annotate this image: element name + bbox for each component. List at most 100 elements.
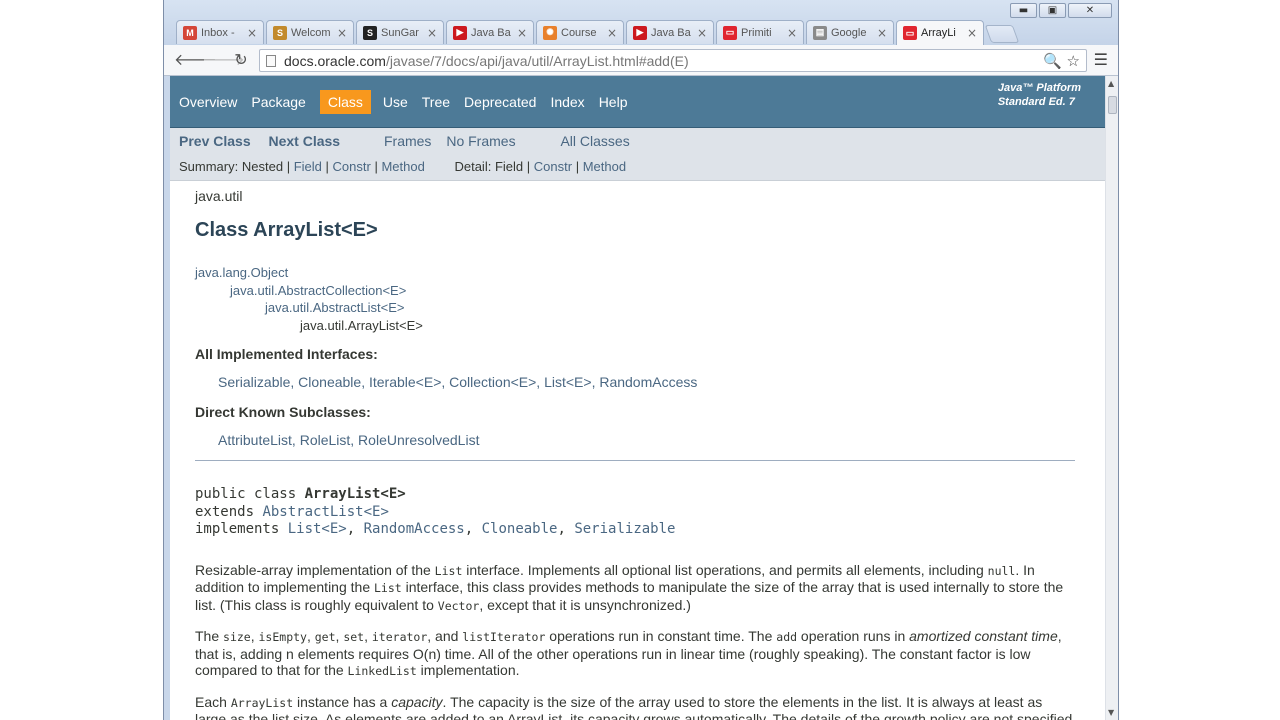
code: get (314, 630, 336, 644)
vertical-scrollbar[interactable]: ▲ ▼ (1105, 76, 1118, 720)
summary-field-link[interactable]: Field (294, 159, 322, 174)
detail-method-link[interactable]: Method (583, 159, 626, 174)
new-tab-button[interactable] (984, 25, 1020, 43)
code: add (776, 630, 798, 644)
tab-close-icon[interactable]: × (607, 26, 617, 40)
browser-tab[interactable]: M Inbox - × (176, 20, 264, 44)
scroll-up-icon[interactable]: ▲ (1108, 79, 1114, 88)
code: List (434, 563, 463, 578)
emphasis: amortized constant time (909, 628, 1058, 644)
tab-close-icon[interactable]: × (877, 26, 887, 40)
code: List (374, 581, 402, 595)
javadoc-top-nav: Overview Package Class Use Tree Deprecated Ind… (170, 76, 1105, 128)
scroll-down-icon[interactable]: ▼ (1108, 708, 1114, 717)
class-content: java.util Class ArrayList<E> java.lang.O… (195, 188, 1075, 720)
nav-use[interactable]: Use (383, 94, 408, 110)
browser-tab[interactable]: ▭ Primiti × (716, 20, 804, 44)
youtube-icon: ▶ (453, 25, 467, 40)
browser-tab[interactable]: S SunGar × (356, 20, 444, 44)
desktop-left-margin (0, 0, 163, 720)
scroll-thumb[interactable] (1108, 96, 1117, 114)
code: ArrayList (230, 695, 294, 710)
text: instance has a (293, 693, 392, 710)
next-class-link[interactable]: Next Class (269, 133, 341, 149)
bookmark-star-icon[interactable]: ☆ (1067, 52, 1080, 70)
tab-close-icon[interactable]: × (247, 26, 257, 40)
inheritance-link[interactable]: java.lang.Object (195, 264, 1075, 282)
close-button[interactable]: ✕ (1068, 3, 1112, 18)
sig-extends: extends (195, 503, 263, 520)
reload-button[interactable]: ↻ (230, 50, 252, 70)
tab-label: Google (831, 26, 867, 39)
text: , except that it is unsynchronized.) (479, 596, 691, 613)
nav-package[interactable]: Package (251, 94, 305, 110)
summary-constr-link[interactable]: Constr (333, 159, 371, 174)
nav-help[interactable]: Help (599, 94, 628, 110)
omnibox-actions: 🔍 ☆ (1043, 52, 1080, 70)
tab-close-icon[interactable]: × (337, 26, 347, 40)
nav-tree[interactable]: Tree (422, 94, 450, 110)
maximize-button[interactable]: ▣ (1039, 3, 1066, 18)
prev-class-link[interactable]: Prev Class (179, 133, 251, 149)
tab-close-icon[interactable]: × (427, 26, 437, 40)
interfaces-list[interactable]: Serializable, Cloneable, Iterable<E>, Co… (218, 374, 1075, 390)
summary-method-link[interactable]: Method (381, 159, 424, 174)
code: Vector (437, 598, 480, 613)
separator: | (374, 159, 378, 174)
sig-impl-link[interactable]: Serializable (574, 521, 675, 537)
text: Each (195, 693, 231, 710)
all-classes-link[interactable]: All Classes (560, 133, 629, 149)
sig-class-name: ArrayList<E> (304, 486, 406, 502)
browser-toolbar: 🡐 🡒 ↻ docs.oracle.com/javase/7/docs/api/… (164, 45, 1118, 76)
browser-tab[interactable]: ▭ ArrayLi × (896, 20, 984, 45)
google-docs-icon: ▤ (813, 25, 827, 40)
browser-tab[interactable]: ▤ Google × (806, 20, 894, 44)
sig-impl-link[interactable]: List<E> (288, 521, 347, 537)
nav-index[interactable]: Index (550, 94, 584, 110)
subclasses-list[interactable]: AttributeList, RoleList, RoleUnresolvedL… (218, 432, 1075, 448)
browser-tab[interactable]: ▶ Java Ba × (626, 20, 714, 44)
divider (195, 460, 1075, 461)
s-logo-icon: S (363, 25, 377, 40)
sig-extends-link[interactable]: AbstractList<E> (262, 504, 388, 520)
zoom-icon[interactable]: 🔍 (1043, 52, 1062, 70)
browser-tab[interactable]: ✺ Course × (536, 20, 624, 44)
no-frames-link[interactable]: No Frames (446, 133, 515, 149)
tab-close-icon[interactable]: × (517, 26, 527, 40)
nav-deprecated[interactable]: Deprecated (464, 94, 536, 110)
sig-impl-link[interactable]: RandomAccess (364, 521, 465, 537)
class-signature: public class ArrayList<E> extends Abstra… (195, 486, 1075, 539)
minimize-button[interactable]: ▬ (1010, 3, 1037, 18)
detail-label: Detail: (454, 159, 492, 174)
menu-icon[interactable]: ☰ (1094, 50, 1108, 69)
tab-close-icon[interactable]: × (967, 26, 977, 40)
emphasis: capacity (391, 693, 443, 710)
course-icon: ✺ (543, 25, 557, 40)
detail-constr-link[interactable]: Constr (534, 159, 572, 174)
platform-label: Java™ Platform Standard Ed. 7 (998, 81, 1081, 109)
tab-label: Java Ba (651, 26, 691, 39)
tab-close-icon[interactable]: × (787, 26, 797, 40)
nav-overview[interactable]: Overview (179, 94, 237, 110)
text: implementation. (416, 662, 520, 678)
tab-close-icon[interactable]: × (697, 26, 707, 40)
youtube-icon: ▶ (633, 25, 647, 40)
browser-tab[interactable]: ▶ Java Ba × (446, 20, 534, 44)
text: , (364, 628, 372, 644)
tab-label: Welcom (291, 26, 331, 39)
frames-link[interactable]: Frames (384, 133, 431, 149)
inheritance-link[interactable]: java.util.AbstractList<E> (265, 299, 1075, 317)
summary-nested: Nested (241, 159, 284, 174)
nav-class: Class (319, 90, 371, 114)
forward-button[interactable]: 🡒 (202, 50, 245, 70)
inheritance-link[interactable]: java.util.AbstractCollection<E> (230, 282, 1075, 300)
platform-line-2: Standard Ed. 7 (997, 96, 1075, 108)
back-button[interactable]: 🡐 (174, 50, 217, 70)
interfaces-heading: All Implemented Interfaces: (195, 346, 378, 362)
tab-label: ArrayLi (921, 27, 956, 39)
browser-tab[interactable]: S Welcom × (266, 20, 354, 44)
oracle-icon: ▭ (903, 26, 917, 40)
sig-keyword: public class (195, 486, 305, 502)
sig-impl-link[interactable]: Cloneable (482, 521, 558, 537)
address-bar[interactable]: docs.oracle.com/javase/7/docs/api/java/u… (259, 49, 1087, 72)
